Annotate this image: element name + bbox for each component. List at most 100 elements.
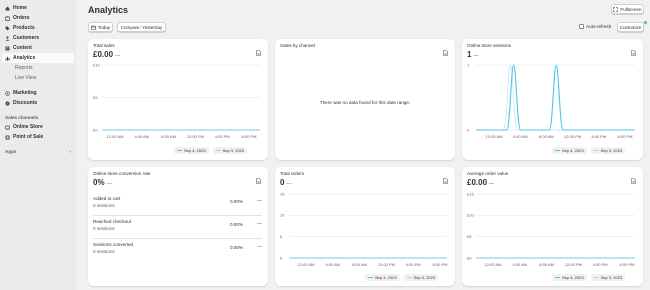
- y-tick-label: 15: [280, 191, 285, 196]
- sidebar-item-products[interactable]: Products: [2, 23, 74, 33]
- x-tick-label: 4:00 AM: [512, 262, 527, 267]
- chart-legend: Sep 4, 2023 Sep 3, 2023: [552, 274, 626, 281]
- sidebar-item-customers[interactable]: Customers: [2, 33, 74, 43]
- x-tick-label: 8:00 PM: [618, 134, 633, 139]
- total-sales-chart: £10 £5 £0 12:00 AM 4:00 AM 8:00 AM 12:00 PM 4:0…: [93, 62, 260, 139]
- total-sales-card: Total sales £0.00— £10 £5 £0 12:00 AM 4:00 A…: [88, 39, 268, 160]
- compare-button[interactable]: Compare: Yesterday: [117, 22, 166, 32]
- x-tick-label: 4:00 AM: [325, 262, 340, 267]
- legend-item-current[interactable]: Sep 4, 2023: [552, 147, 587, 154]
- x-tick-label: 12:00 PM: [564, 134, 581, 139]
- x-tick-label: 12:00 PM: [378, 262, 395, 267]
- sidebar-item-online-store[interactable]: Online Store: [2, 122, 74, 132]
- pos-icon: [5, 135, 10, 140]
- sidebar-item-label: Home: [13, 5, 27, 11]
- sidebar-item-label: Point of Sale: [13, 134, 44, 140]
- content-icon: [5, 46, 10, 51]
- sidebar: Home Orders Products Customers Content A…: [0, 0, 76, 290]
- y-tick-label: £10: [467, 213, 474, 218]
- legend-item-previous[interactable]: Sep 3, 2023: [403, 274, 439, 281]
- y-tick-label: £0: [93, 127, 98, 132]
- x-tick-label: 8:00 PM: [620, 262, 635, 267]
- y-tick-label: £10: [93, 62, 100, 67]
- x-tick-label: 4:00 PM: [593, 262, 608, 267]
- home-icon: [5, 6, 10, 11]
- discount-icon: [5, 100, 10, 106]
- sidebar-item-label: Customers: [13, 35, 40, 41]
- card-value: 0% —: [93, 178, 112, 187]
- legend-item-previous[interactable]: Sep 3, 2023: [590, 147, 626, 154]
- x-tick-label: 8:00 PM: [433, 262, 448, 267]
- x-tick-label: 4:00 PM: [591, 134, 606, 139]
- sidebar-item-point-of-sale[interactable]: Point of Sale: [2, 132, 74, 142]
- chart-legend: Sep 4, 2023 Sep 3, 2023: [365, 274, 439, 281]
- page-title: Analytics: [88, 5, 129, 15]
- apps-heading[interactable]: Apps ›: [0, 147, 76, 156]
- auto-refresh-checkbox[interactable]: [579, 24, 584, 29]
- average-order-value-card: Average order value £0.00— £15 £10 £5 £0 12:…: [462, 167, 643, 286]
- x-tick-label: 12:00 PM: [187, 134, 204, 139]
- sidebar-item-label: Marketing: [13, 90, 37, 96]
- sidebar-item-home[interactable]: Home: [2, 3, 74, 13]
- legend-item-previous[interactable]: Sep 3, 2023: [590, 274, 626, 281]
- aov-chart: £15 £10 £5 £0 12:00 AM 4:00 AM 8:00 AM 12:00 PM…: [467, 191, 635, 267]
- y-tick-label: 10: [280, 213, 285, 218]
- series-line: [476, 64, 635, 131]
- chevron-right-icon: ›: [69, 149, 71, 154]
- x-tick-label: 4:00 PM: [406, 262, 421, 267]
- x-tick-label: 12:00 AM: [485, 262, 502, 267]
- sidebar-item-label: Orders: [13, 15, 30, 21]
- sessions-chart: 1 0 12:00 AM 4:00 AM 8:00 AM 12:00 PM 4:00 PM 8…: [467, 62, 635, 139]
- x-tick-label: 12:00 AM: [107, 134, 124, 139]
- sidebar-item-discounts[interactable]: Discounts: [2, 98, 74, 108]
- sidebar-item-live-view[interactable]: Live View: [2, 73, 74, 83]
- fullscreen-button[interactable]: Fullscreen: [611, 4, 644, 14]
- no-data-message: There was no data found for this date ra…: [319, 100, 411, 105]
- x-tick-label: 8:00 PM: [242, 134, 257, 139]
- x-tick-label: 12:00 AM: [486, 134, 503, 139]
- y-tick-label: 0: [467, 127, 470, 132]
- y-tick-label: 5: [280, 234, 283, 239]
- total-orders-chart: 15 10 5 0 12:00 AM 4:00 AM 8:00 AM 12:00 PM 4:00…: [280, 191, 448, 267]
- sidebar-item-marketing[interactable]: Marketing: [2, 88, 74, 98]
- sales-by-channel-card: Sales by channel There was no data found…: [275, 39, 455, 160]
- legend-item-previous[interactable]: Sep 3, 2023: [212, 147, 248, 154]
- y-tick-label: £5: [93, 95, 98, 100]
- date-range-button[interactable]: Today: [88, 22, 113, 32]
- sidebar-item-analytics[interactable]: Analytics: [2, 53, 74, 63]
- y-tick-label: 1: [467, 62, 470, 67]
- sidebar-item-orders[interactable]: Orders: [2, 13, 74, 23]
- sidebar-item-label: Products: [13, 25, 35, 31]
- legend-item-current[interactable]: Sep 4, 2023: [174, 147, 209, 154]
- x-tick-label: 8:00 AM: [539, 262, 554, 267]
- sidebar-item-label: Content: [13, 45, 32, 51]
- store-icon: [5, 125, 10, 130]
- y-tick-label: £5: [467, 234, 472, 239]
- sidebar-item-label: Analytics: [13, 55, 36, 61]
- target-icon: [5, 90, 10, 96]
- sessions-card: Online store sessions 1— 1 0 12:00 AM 4:00 …: [462, 39, 643, 160]
- x-tick-label: 4:00 PM: [215, 134, 230, 139]
- x-tick-label: 12:00 AM: [298, 262, 315, 267]
- sales-channels-heading: Sales channels: [5, 115, 39, 120]
- y-tick-label: £0: [467, 255, 472, 260]
- x-tick-label: 12:00 PM: [565, 262, 582, 267]
- legend-item-current[interactable]: Sep 4, 2023: [365, 274, 400, 281]
- sidebar-item-label: Online Store: [13, 124, 43, 130]
- x-tick-label: 8:00 AM: [352, 262, 367, 267]
- y-tick-label: 0: [280, 255, 283, 260]
- chart-legend: Sep 4, 2023 Sep 3, 2023: [552, 147, 626, 154]
- auto-refresh-toggle[interactable]: Auto-refresh: [579, 24, 611, 29]
- sidebar-item-reports[interactable]: Reports: [2, 63, 74, 73]
- document-icon[interactable]: [443, 43, 448, 56]
- customize-button[interactable]: Customize: [617, 22, 644, 32]
- x-tick-label: 4:00 AM: [134, 134, 149, 139]
- document-icon[interactable]: [256, 171, 261, 184]
- main-content: Analytics Fullscreen Today Compare: Yest…: [76, 0, 650, 290]
- sidebar-item-content[interactable]: Content: [2, 43, 74, 53]
- legend-item-current[interactable]: Sep 4, 2023: [552, 274, 587, 281]
- notification-dot: [644, 21, 647, 24]
- orders-icon: [5, 15, 10, 21]
- sidebar-item-label: Discounts: [13, 100, 38, 106]
- card-title: Online store conversion rate: [93, 171, 151, 176]
